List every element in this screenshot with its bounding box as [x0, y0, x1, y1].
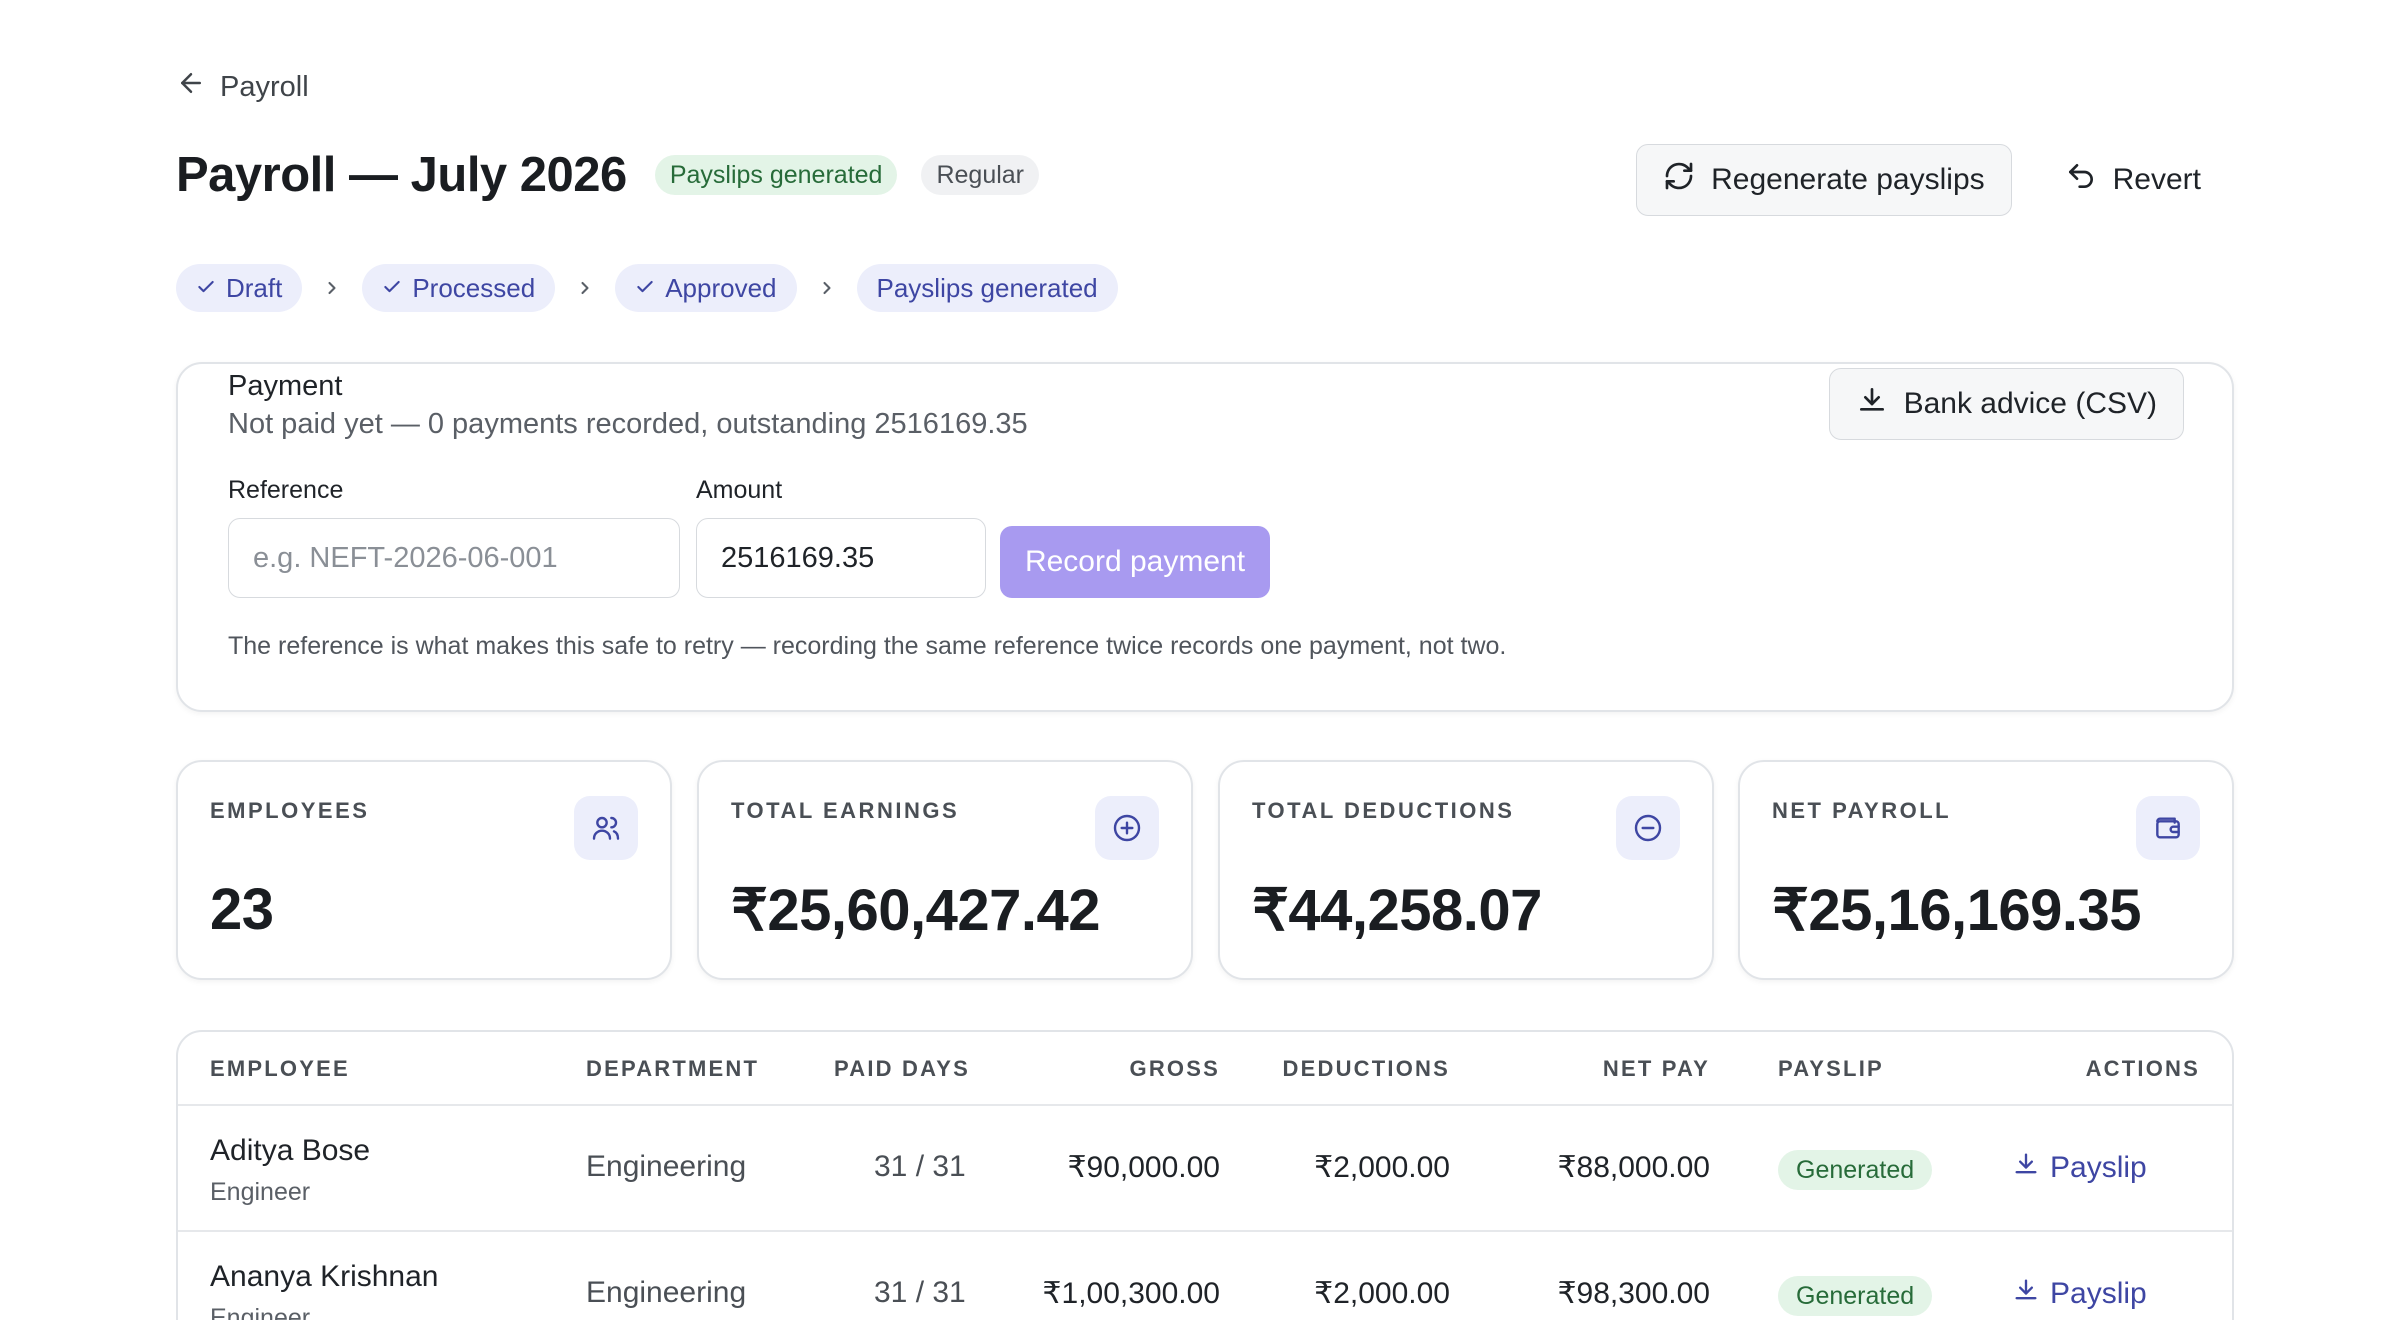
- revert-label: Revert: [2112, 163, 2201, 196]
- page-title: Payroll — July 2026: [176, 148, 627, 202]
- column-actions: ACTIONS: [2085, 1056, 2200, 1081]
- chevron-right-icon: [302, 278, 362, 298]
- amount-label: Amount: [696, 476, 783, 504]
- stat-card-total-earnings: TOTAL EARNINGS ₹25,60,427.42: [697, 760, 1193, 980]
- stat-value: ₹44,258.07: [1252, 878, 1542, 943]
- revert-button[interactable]: Revert: [2042, 144, 2224, 216]
- payment-card: Payment Not paid yet — 0 payments record…: [176, 362, 2234, 712]
- payment-title: Payment: [228, 370, 343, 402]
- step-approved: Approved: [615, 264, 797, 312]
- step-payslips-generated: Payslips generated: [856, 264, 1118, 312]
- stat-label: TOTAL EARNINGS: [731, 798, 960, 823]
- step-label: Draft: [226, 272, 283, 303]
- bank-advice-csv-button[interactable]: Bank advice (CSV): [1828, 368, 2184, 440]
- record-payment-button[interactable]: Record payment: [1000, 526, 1270, 598]
- status-badge: Payslips generated: [654, 155, 898, 195]
- gross-cell: ₹90,000.00: [1067, 1151, 1220, 1184]
- stat-value: ₹25,60,427.42: [731, 878, 1101, 943]
- column-department[interactable]: DEPARTMENT: [586, 1056, 759, 1082]
- chevron-right-icon: [797, 278, 857, 298]
- deductions-cell: ₹2,000.00: [1314, 1151, 1450, 1184]
- check-icon: [382, 273, 402, 304]
- paid-days-cell: 31 / 31: [874, 1150, 966, 1183]
- step-processed: Processed: [362, 264, 556, 312]
- plus-circle-icon: [1095, 796, 1159, 860]
- regenerate-payslips-button[interactable]: Regenerate payslips: [1636, 144, 2012, 216]
- employee-table: EMPLOYEE DEPARTMENT PAID DAYS GROSS DEDU…: [176, 1030, 2234, 1320]
- column-paid-days[interactable]: PAID DAYS: [834, 1056, 970, 1082]
- stat-label: NET PAYROLL: [1772, 798, 1952, 823]
- step-draft: Draft: [176, 264, 303, 312]
- payslip-link-label: Payslip: [2050, 1151, 2147, 1184]
- employee-name: Ananya Krishnan: [210, 1260, 439, 1293]
- gross-cell: ₹1,00,300.00: [1042, 1277, 1220, 1310]
- workflow-stepper: Draft Processed Approved Payslips genera…: [176, 264, 1118, 312]
- check-icon: [635, 273, 655, 304]
- reference-label: Reference: [228, 476, 344, 504]
- wallet-icon: [2136, 796, 2200, 860]
- stat-card-total-deductions: TOTAL DEDUCTIONS ₹44,258.07: [1218, 760, 1714, 980]
- undo-icon: [2065, 160, 2097, 200]
- table-row[interactable]: Ananya Krishnan Engineer Engineering 31 …: [178, 1232, 2232, 1320]
- table-header: EMPLOYEE DEPARTMENT PAID DAYS GROSS DEDU…: [178, 1032, 2232, 1106]
- regenerate-label: Regenerate payslips: [1711, 163, 1985, 196]
- employee-role: Engineer: [210, 1304, 311, 1320]
- stat-card-net-payroll: NET PAYROLL ₹25,16,169.35: [1738, 760, 2234, 980]
- department-cell: Engineering: [586, 1276, 747, 1309]
- deductions-cell: ₹2,000.00: [1314, 1277, 1450, 1310]
- download-icon: [2012, 1150, 2040, 1186]
- column-net-pay[interactable]: NET PAY: [1603, 1056, 1710, 1082]
- bank-advice-label: Bank advice (CSV): [1903, 387, 2157, 420]
- payment-status-text: Not paid yet — 0 payments recorded, outs…: [228, 408, 1028, 440]
- download-icon: [2012, 1276, 2040, 1312]
- column-gross[interactable]: GROSS: [1130, 1056, 1220, 1082]
- employee-name: Aditya Bose: [210, 1134, 371, 1167]
- download-icon: [1856, 384, 1888, 424]
- payslip-status-badge: Generated: [1778, 1276, 1933, 1316]
- back-link-label: Payroll: [220, 70, 309, 103]
- chevron-right-icon: [555, 278, 615, 298]
- column-deductions[interactable]: DEDUCTIONS: [1283, 1056, 1450, 1082]
- amount-input[interactable]: [696, 518, 986, 598]
- check-icon: [196, 273, 216, 304]
- payslip-status-badge: Generated: [1778, 1150, 1933, 1190]
- stat-label: EMPLOYEES: [210, 798, 370, 823]
- department-cell: Engineering: [586, 1150, 747, 1183]
- payslip-link-label: Payslip: [2050, 1277, 2147, 1310]
- step-label: Approved: [665, 272, 777, 303]
- payslip-download-link[interactable]: Payslip: [2012, 1276, 2147, 1312]
- column-payslip[interactable]: PAYSLIP: [1778, 1056, 1884, 1082]
- stat-label: TOTAL DEDUCTIONS: [1252, 798, 1515, 823]
- minus-circle-icon: [1616, 796, 1680, 860]
- step-label: Processed: [412, 272, 536, 303]
- paid-days-cell: 31 / 31: [874, 1276, 966, 1309]
- stat-value: ₹25,16,169.35: [1772, 878, 2142, 943]
- employee-role: Engineer: [210, 1178, 311, 1206]
- net-pay-cell: ₹88,000.00: [1557, 1151, 1710, 1184]
- users-icon: [574, 796, 638, 860]
- arrow-left-icon: [176, 68, 206, 106]
- step-label: Payslips generated: [876, 272, 1098, 303]
- reference-input[interactable]: [228, 518, 680, 598]
- back-to-payroll-link[interactable]: Payroll: [176, 68, 309, 106]
- stat-value: 23: [210, 877, 274, 942]
- page-header: Payroll — July 2026 Payslips generated R…: [176, 140, 2224, 216]
- type-badge: Regular: [921, 155, 1040, 195]
- net-pay-cell: ₹98,300.00: [1557, 1277, 1710, 1310]
- column-employee[interactable]: EMPLOYEE: [210, 1056, 350, 1082]
- header-actions: Regenerate payslips Revert: [1636, 144, 2224, 216]
- payment-hint: The reference is what makes this safe to…: [228, 632, 1507, 660]
- payslip-download-link[interactable]: Payslip: [2012, 1150, 2147, 1186]
- table-row[interactable]: Aditya Bose Engineer Engineering 31 / 31…: [178, 1106, 2232, 1232]
- refresh-icon: [1663, 160, 1695, 200]
- stat-card-employees: EMPLOYEES 23: [176, 760, 672, 980]
